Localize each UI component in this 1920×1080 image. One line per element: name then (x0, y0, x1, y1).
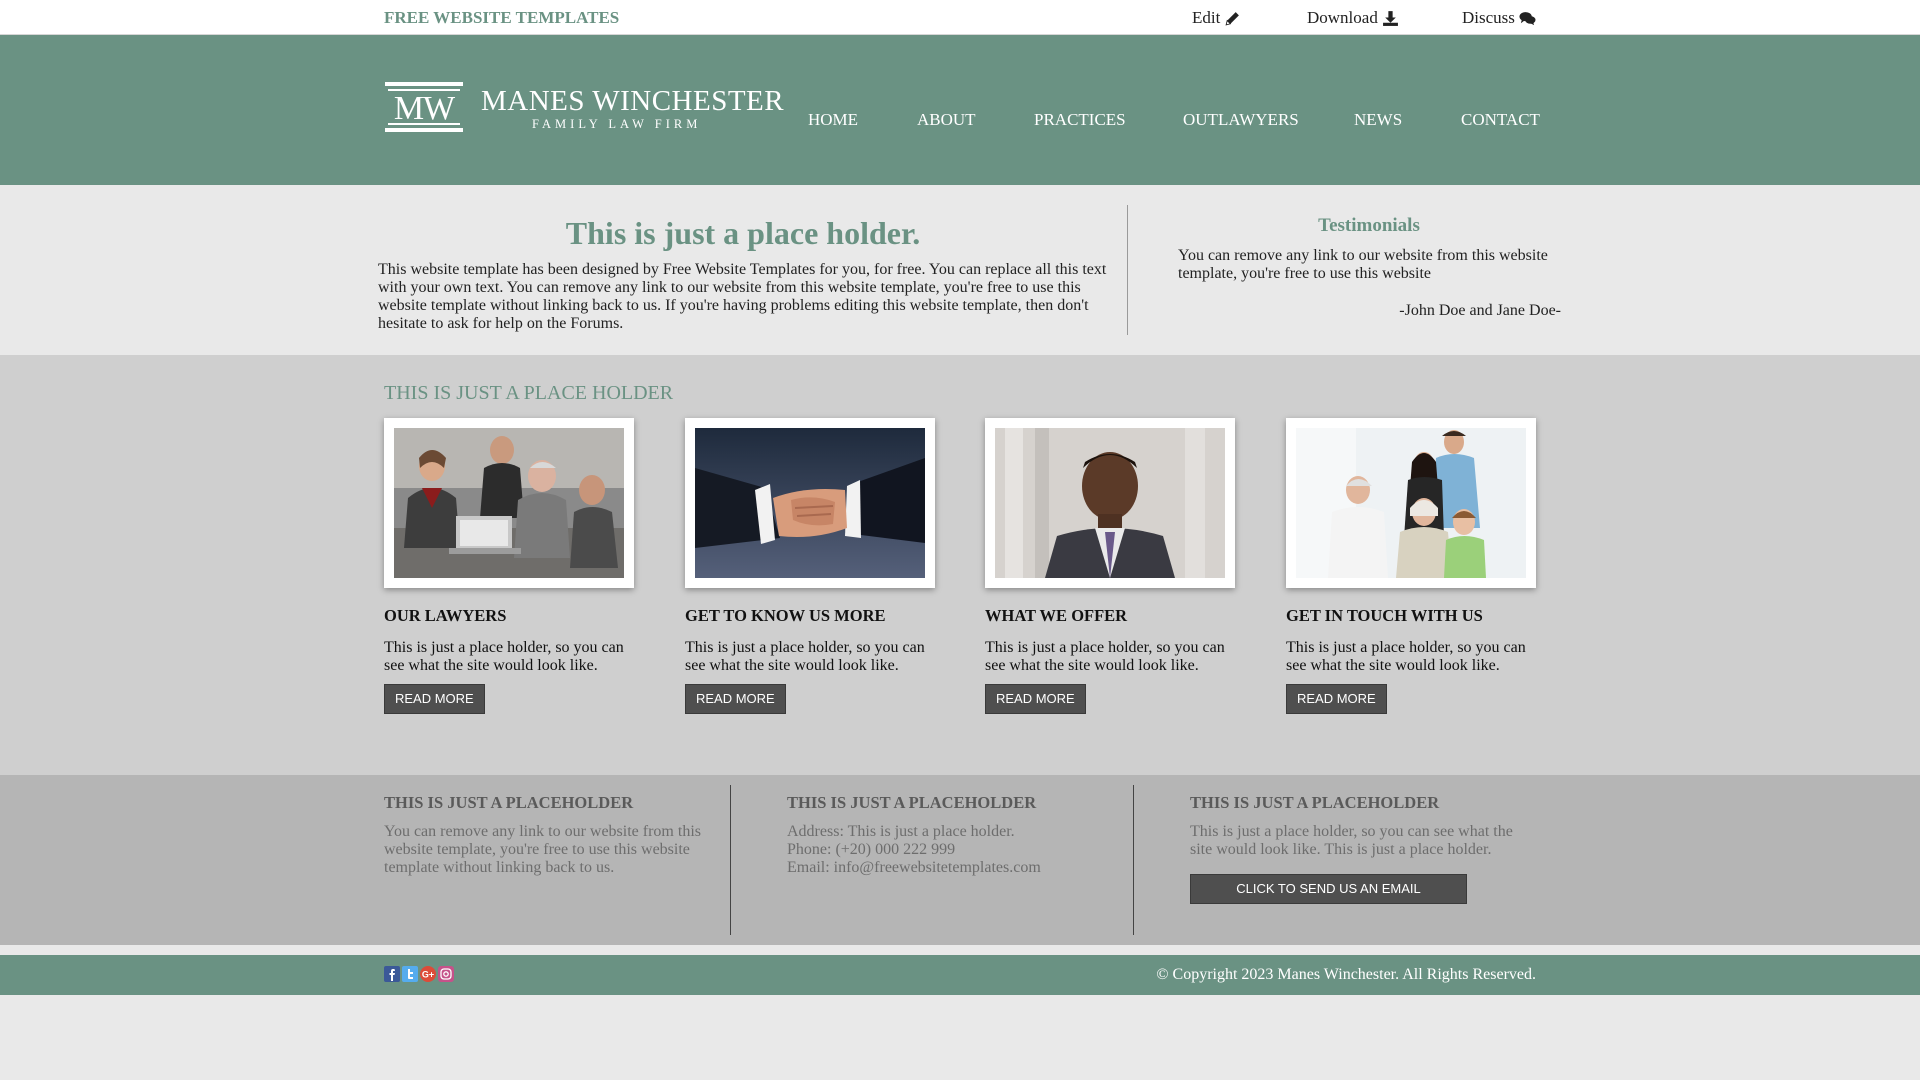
read-more-button[interactable]: READ MORE (1286, 684, 1387, 714)
nav-news[interactable]: NEWS (1354, 110, 1402, 130)
features-section: THIS IS JUST A PLACE HOLDER OUR LAWYERS … (0, 355, 1920, 775)
card-photo-frame[interactable] (685, 418, 935, 588)
footer-col-about: THIS IS JUST A PLACEHOLDER You can remov… (384, 793, 714, 877)
googleplus-icon[interactable]: G+ (420, 966, 436, 982)
testimonials-title: Testimonials (1318, 215, 1420, 236)
footer-col-text: You can remove any link to our website f… (384, 823, 701, 876)
top-bar: FREE WEBSITE TEMPLATES Edit Download Dis… (0, 0, 1920, 35)
card-title: WHAT WE OFFER (985, 606, 1128, 625)
read-more-button[interactable]: READ MORE (685, 684, 786, 714)
logo-mark-icon: MW (385, 82, 463, 132)
features-heading: THIS IS JUST A PLACE HOLDER (384, 382, 674, 404)
svg-text:MW: MW (394, 90, 456, 127)
footer-gap (0, 945, 1920, 955)
card-get-in-touch: GET IN TOUCH WITH US This is just a plac… (1286, 418, 1536, 714)
card-title: GET TO KNOW US MORE (685, 606, 886, 625)
twitter-icon[interactable] (402, 966, 418, 982)
footer-divider (1133, 785, 1134, 935)
footer-col-contact: THIS IS JUST A PLACEHOLDER Address: This… (787, 793, 1117, 877)
card-photo-frame[interactable] (1286, 418, 1536, 588)
copyright-bar: G+ © Copyright 2023 Manes Winchester. Al… (0, 955, 1920, 995)
nav-practices[interactable]: PRACTICES (1034, 110, 1126, 130)
meeting-photo (394, 428, 624, 578)
footer-col-title: THIS IS JUST A PLACEHOLDER (787, 793, 1037, 812)
brand-link[interactable]: FREE WEBSITE TEMPLATES (384, 8, 619, 28)
pencil-icon (1225, 11, 1240, 25)
testimonial-text: You can remove any link to our website f… (1178, 247, 1548, 282)
card-title: GET IN TOUCH WITH US (1286, 606, 1483, 625)
site-logo[interactable]: MW MANES WINCHESTER FAMILY LAW FIRM (384, 81, 784, 141)
card-title: OUR LAWYERS (384, 606, 507, 625)
footer-info: THIS IS JUST A PLACEHOLDER You can remov… (0, 775, 1920, 945)
comments-icon (1519, 11, 1536, 25)
edit-label: Edit (1192, 8, 1221, 27)
family-photo (1296, 428, 1526, 578)
read-more-button[interactable]: READ MORE (985, 684, 1086, 714)
site-header: MW MANES WINCHESTER FAMILY LAW FIRM HOME… (0, 35, 1920, 185)
footer-email[interactable]: Email: info@freewebsitetemplates.com (787, 859, 1041, 876)
intro-body: This website template has been designed … (378, 261, 1107, 332)
businessman-photo (995, 428, 1225, 578)
testimonial-author: -John Doe and Jane Doe- (1399, 302, 1561, 319)
nav-home[interactable]: HOME (808, 110, 858, 130)
card-get-to-know-us: GET TO KNOW US MORE This is just a place… (685, 418, 935, 714)
nav-outlawyers[interactable]: OUTLAWYERS (1183, 110, 1299, 130)
footer-contact-lines: Address: This is just a place holder. Ph… (787, 823, 1117, 877)
intro-divider (1127, 205, 1128, 335)
nav-contact[interactable]: CONTACT (1461, 110, 1540, 130)
social-links: G+ (384, 966, 454, 982)
footer-address: Address: This is just a place holder. (787, 823, 1015, 840)
edit-link[interactable]: Edit (1192, 8, 1241, 28)
facebook-icon[interactable] (384, 966, 400, 982)
nav-about[interactable]: ABOUT (917, 110, 976, 130)
footer-col-title: THIS IS JUST A PLACEHOLDER (384, 793, 634, 812)
intro-section: This is just a place holder. This websit… (0, 185, 1920, 355)
card-what-we-offer: WHAT WE OFFER This is just a place holde… (985, 418, 1235, 714)
read-more-button[interactable]: READ MORE (384, 684, 485, 714)
card-our-lawyers: OUR LAWYERS This is just a place holder,… (384, 418, 634, 714)
footer-col-email: THIS IS JUST A PLACEHOLDER This is just … (1190, 793, 1520, 904)
svg-text:G+: G+ (422, 970, 434, 980)
logo-tagline: FAMILY LAW FIRM (532, 117, 702, 131)
footer-divider (730, 785, 731, 935)
page-bottom (0, 995, 1920, 1080)
download-icon (1382, 10, 1398, 26)
card-text: This is just a place holder, so you can … (1286, 639, 1526, 674)
logo-name: MANES WINCHESTER (481, 85, 785, 117)
footer-col-title: THIS IS JUST A PLACEHOLDER (1190, 793, 1440, 812)
discuss-label: Discuss (1462, 8, 1515, 27)
footer-col-text: This is just a place holder, so you can … (1190, 823, 1513, 858)
intro-title: This is just a place holder. (565, 215, 921, 251)
send-email-button[interactable]: CLICK TO SEND US AN EMAIL (1190, 874, 1467, 904)
card-photo-frame[interactable] (384, 418, 634, 588)
handshake-photo (695, 428, 925, 578)
discuss-link[interactable]: Discuss (1462, 8, 1536, 28)
instagram-icon[interactable] (438, 966, 454, 982)
card-text: This is just a place holder, so you can … (985, 639, 1225, 674)
download-link[interactable]: Download (1307, 8, 1399, 28)
footer-phone: Phone: (+20) 000 222 999 (787, 841, 956, 858)
card-text: This is just a place holder, so you can … (384, 639, 624, 674)
download-label: Download (1307, 8, 1378, 27)
copyright-text: © Copyright 2023 Manes Winchester. All R… (1156, 966, 1536, 983)
card-photo-frame[interactable] (985, 418, 1235, 588)
card-text: This is just a place holder, so you can … (685, 639, 925, 674)
